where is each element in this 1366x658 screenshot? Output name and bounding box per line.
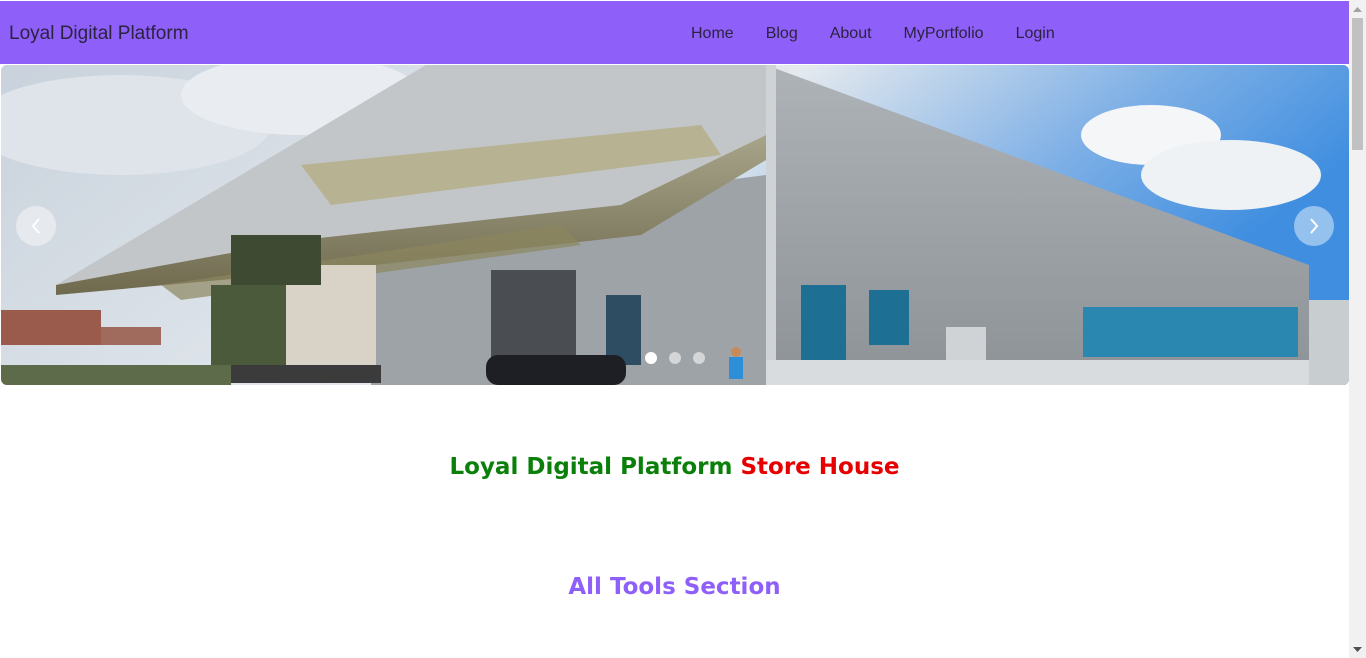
nav-myportfolio-link[interactable]: MyPortfolio <box>904 23 984 45</box>
brand-link[interactable]: Loyal Digital Platform <box>9 21 189 47</box>
carousel-indicator-2[interactable] <box>669 352 681 364</box>
navbar: Loyal Digital Platform Home Blog About M… <box>0 1 1349 64</box>
warehouse-image <box>1 65 1349 385</box>
headline-store-house-text: Store House <box>740 454 900 480</box>
carousel-next-button[interactable] <box>1294 206 1334 246</box>
nav-home-link[interactable]: Home <box>691 23 734 45</box>
scroll-down-arrow-icon[interactable] <box>1349 641 1366 658</box>
nav-login-link[interactable]: Login <box>1016 23 1055 45</box>
carousel-indicator-1[interactable] <box>645 352 657 364</box>
chevron-right-icon <box>1310 218 1319 234</box>
chevron-left-icon <box>31 218 40 234</box>
headline-brand-text: Loyal Digital Platform <box>449 454 733 480</box>
page: Loyal Digital Platform Home Blog About M… <box>0 0 1349 658</box>
store-house-heading: Loyal Digital Platform Store House <box>0 451 1349 483</box>
nav-blog-link[interactable]: Blog <box>766 23 798 45</box>
nav-about-link[interactable]: About <box>830 23 872 45</box>
carousel-indicators <box>645 352 705 364</box>
hero-carousel <box>1 65 1349 385</box>
carousel-indicator-3[interactable] <box>693 352 705 364</box>
scrollbar-thumb[interactable] <box>1352 18 1363 150</box>
carousel-prev-button[interactable] <box>16 206 56 246</box>
page-scrollbar[interactable] <box>1349 0 1366 658</box>
all-tools-section-title: All Tools Section <box>568 574 781 600</box>
nav-links: Home Blog About MyPortfolio Login <box>691 23 1055 45</box>
scroll-up-arrow-icon[interactable] <box>1349 0 1366 17</box>
